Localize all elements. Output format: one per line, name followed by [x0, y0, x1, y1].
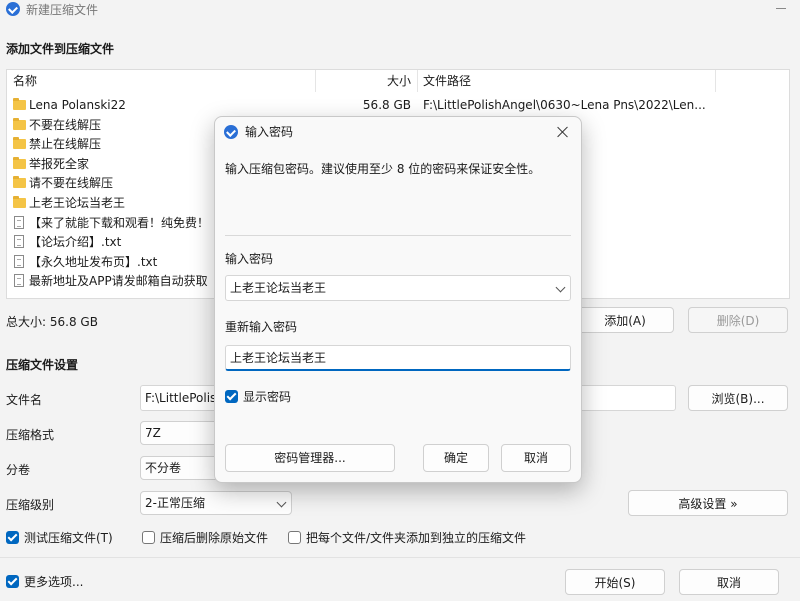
item-size: 56.8 GB	[362, 98, 411, 112]
dialog-description: 输入压缩包密码。建议使用至少 8 位的密码来保证安全性。	[225, 162, 541, 176]
filename-label: 文件名	[6, 393, 43, 407]
divider	[0, 557, 800, 558]
separate-archives-label[interactable]: 把每个文件/文件夹添加到独立的压缩文件	[306, 529, 526, 546]
item-name: Lena Polanski22	[29, 98, 126, 112]
format-label: 压缩格式	[6, 428, 55, 442]
dialog-cancel-button[interactable]: 取消	[501, 444, 571, 472]
close-icon[interactable]	[557, 126, 569, 138]
item-name: 最新地址及APP请发邮箱自动获取	[29, 274, 208, 289]
level-label: 压缩级别	[6, 498, 55, 512]
browse-button[interactable]: 浏览(B)...	[688, 385, 788, 411]
chevron-down-icon[interactable]	[555, 282, 566, 293]
item-name: 不要在线解压	[29, 117, 102, 132]
password-dialog: 输入密码 输入压缩包密码。建议使用至少 8 位的密码来保证安全性。 输入密码 上…	[214, 116, 582, 483]
cancel-button[interactable]: 取消	[679, 569, 779, 595]
item-name: 请不要在线解压	[29, 176, 114, 191]
column-divider	[715, 70, 716, 92]
password-value: 上老王论坛当老王	[230, 281, 327, 295]
app-icon	[224, 125, 238, 139]
show-password-label[interactable]: 显示密码	[243, 388, 291, 405]
more-options-label[interactable]: 更多选项...	[24, 573, 83, 590]
folder-icon	[13, 156, 26, 169]
divider	[225, 235, 571, 236]
dialog-title: 输入密码	[245, 125, 294, 139]
column-path[interactable]: 文件路径	[423, 70, 471, 92]
list-item[interactable]: Lena Polanski22 56.8 GB F:\LittlePolishAng…	[7, 95, 787, 115]
item-name: 上老王论坛当老王	[29, 196, 126, 210]
column-divider	[315, 70, 316, 92]
delete-after-checkbox[interactable]	[142, 531, 155, 544]
file-icon	[14, 274, 24, 288]
item-path: F:\LittlePolishAngel\0630~Lena Pns\2022\…	[423, 98, 706, 112]
password-manager-button[interactable]: 密码管理器...	[225, 444, 395, 472]
password-input[interactable]: 上老王论坛当老王	[225, 275, 571, 301]
test-archive-checkbox[interactable]	[6, 531, 19, 544]
folder-icon	[13, 176, 26, 189]
add-section-title: 添加文件到压缩文件	[6, 42, 115, 56]
show-password-checkbox[interactable]	[225, 390, 238, 403]
ok-button[interactable]: 确定	[423, 444, 489, 472]
folder-icon	[13, 137, 26, 150]
test-archive-label[interactable]: 测试压缩文件(T)	[24, 529, 113, 546]
split-label: 分卷	[6, 463, 31, 477]
item-name: 【论坛介绍】.txt	[29, 235, 122, 250]
folder-icon	[13, 98, 26, 110]
reenter-password-input[interactable]: 上老王论坛当老王	[225, 345, 571, 371]
column-name[interactable]: 名称	[13, 70, 37, 92]
level-value: 2-正常压缩	[145, 496, 205, 510]
folder-icon	[13, 117, 26, 130]
folder-icon	[13, 196, 26, 208]
window-title: 新建压缩文件	[26, 3, 99, 17]
app-icon	[6, 2, 20, 16]
add-button[interactable]: 添加(A)	[576, 307, 674, 333]
format-value: 7Z	[145, 426, 161, 440]
more-options-checkbox[interactable]	[6, 575, 19, 588]
file-icon	[14, 254, 24, 268]
delete-after-label[interactable]: 压缩后删除原始文件	[160, 529, 268, 546]
delete-button[interactable]: 删除(D)	[688, 307, 788, 333]
item-name: 举报死全家	[29, 156, 90, 171]
total-size: 总大小: 56.8 GB	[6, 315, 98, 329]
separate-archives-checkbox[interactable]	[288, 531, 301, 544]
file-icon	[14, 215, 24, 229]
minimize-button[interactable]	[776, 8, 786, 9]
column-size[interactable]: 大小	[387, 70, 411, 92]
reenter-password-label: 重新输入密码	[225, 320, 298, 334]
item-name: 【永久地址发布页】.txt	[29, 254, 158, 269]
level-select[interactable]: 2-正常压缩	[140, 491, 292, 515]
item-name: 【来了就能下载和观看！纯免费！	[29, 215, 210, 230]
settings-title: 压缩文件设置	[6, 358, 79, 372]
password-label: 输入密码	[225, 252, 274, 266]
column-divider	[417, 70, 418, 92]
split-value: 不分卷	[145, 461, 182, 475]
advanced-settings-button[interactable]: 高级设置 »	[628, 490, 788, 516]
file-icon	[14, 235, 24, 249]
item-name: 禁止在线解压	[29, 137, 102, 152]
chevron-down-icon	[276, 497, 287, 508]
start-button[interactable]: 开始(S)	[565, 569, 665, 595]
